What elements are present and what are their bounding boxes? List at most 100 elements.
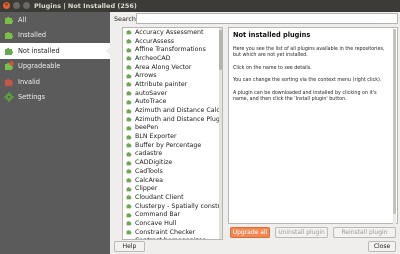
plugin-list-item[interactable]: Buffer by Percentage [123, 141, 222, 150]
plugin-icon [126, 168, 132, 174]
plugin-icon [126, 99, 132, 105]
reinstall-plugin-button[interactable]: Reinstall plugin [333, 227, 396, 238]
invalid-icon [3, 76, 14, 87]
scrollbar-thumb[interactable] [219, 30, 222, 70]
plugin-name: autoSaver [135, 89, 168, 97]
plugin-icon [126, 160, 132, 166]
plugin-icon [126, 116, 132, 122]
plugin-name: Buffer by Percentage [135, 141, 202, 149]
details-scrollbar[interactable] [393, 29, 396, 224]
sidebar-item-label: All [18, 15, 27, 24]
minimize-window-icon[interactable] [13, 2, 20, 9]
plugin-name: BLN Exporter [135, 133, 177, 141]
maximize-window-icon[interactable] [23, 2, 30, 9]
plugin-list-item[interactable]: BLN Exporter [123, 132, 222, 141]
plugin-name: beePen [135, 124, 159, 132]
plugin-list-item[interactable]: Command Bar [123, 210, 222, 219]
plugin-list-item[interactable]: beePen [123, 124, 222, 133]
plugin-icon [126, 142, 132, 148]
plugin-icon [126, 38, 132, 44]
plugin-list-item[interactable]: Area Along Vector [123, 63, 222, 72]
plugin-list-item[interactable]: autoSaver [123, 89, 222, 98]
plugin-list-item[interactable]: Clipper [123, 184, 222, 193]
plugin-icon [126, 186, 132, 192]
plugin-name: Azimuth and Distance Calculat [135, 107, 223, 115]
close-window-icon[interactable]: ✕ [3, 2, 10, 9]
sidebar-item-installed[interactable]: Installed [0, 28, 110, 44]
plugin-icon [126, 220, 132, 226]
plugin-icon [126, 81, 132, 87]
plugin-icon [126, 229, 132, 235]
plugin-list-item[interactable]: Contrast homogenizer [123, 237, 222, 239]
plugin-list-item[interactable]: ArcheoCAD [123, 54, 222, 63]
title-bar: ✕ Plugins | Not Installed (256) [0, 0, 400, 12]
plugin-list-item[interactable]: Cloudant Client [123, 193, 222, 202]
plugin-list-item[interactable]: Arrows [123, 71, 222, 80]
uninstall-plugin-button[interactable]: Uninstall plugin [275, 227, 328, 238]
plugin-name: Attribute painter [135, 80, 188, 88]
plugin-name: Accuracy Assessment [135, 28, 204, 36]
plugin-name: Area Along Vector [135, 63, 192, 71]
plugin-list-item[interactable]: Azimuth and Distance Calculat [123, 106, 222, 115]
plugin-name: Cloudant Client [135, 193, 184, 201]
window-controls: ✕ [3, 2, 30, 9]
plugin-icon [126, 55, 132, 61]
plugin-icon [126, 134, 132, 140]
details-heading: Not installed plugins [233, 31, 311, 39]
plugin-name: CalcArea [135, 176, 163, 184]
puzzle-icon [3, 14, 14, 25]
sidebar-item-invalid[interactable]: Invalid [0, 74, 110, 90]
plugin-list-item[interactable]: CalcArea [123, 176, 222, 185]
plugin-name: cadastre [135, 150, 163, 158]
plugin-name: CADDigitize [135, 159, 173, 167]
plugin-name: AccurAssess [135, 37, 175, 45]
plugin-name: Constraint Checker [135, 228, 196, 236]
plugin-name: CadTools [135, 167, 163, 175]
plugin-list-item[interactable]: Affine Transformations [123, 45, 222, 54]
plugin-icon [126, 238, 132, 239]
sidebar: All Installed Not installed Upgradeable … [0, 12, 110, 254]
help-button[interactable]: Help [114, 241, 145, 252]
upgrade-all-button[interactable]: Upgrade all [230, 227, 270, 238]
plugin-list-item[interactable]: CadTools [123, 167, 222, 176]
plugin-list-item[interactable]: Concave Hull [123, 219, 222, 228]
plugin-name: Clusterpy - Spatially constraine [135, 202, 222, 210]
sidebar-item-label: Upgradeable [18, 62, 61, 71]
settings-icon [3, 92, 14, 103]
sidebar-item-label: Invalid [18, 77, 40, 86]
plugin-list-item[interactable]: Attribute painter [123, 80, 222, 89]
plugin-list-item[interactable]: CADDigitize [123, 158, 222, 167]
plugin-list[interactable]: Accuracy Assessment AccurAssess Affine Tra… [122, 27, 223, 240]
sidebar-item-upgradeable[interactable]: Upgradeable [0, 59, 110, 75]
plugin-icon [126, 64, 132, 70]
sidebar-item-not-installed[interactable]: Not installed [0, 43, 110, 59]
plugins-window: ✕ Plugins | Not Installed (256) All Inst… [0, 0, 400, 254]
close-button[interactable]: Close [368, 241, 396, 252]
plugin-name: Concave Hull [135, 219, 177, 227]
window-title: Plugins | Not Installed (256) [34, 2, 137, 10]
plugin-name: Arrows [135, 72, 157, 80]
plugin-list-item[interactable]: Azimuth and Distance Plugin [123, 115, 222, 124]
sidebar-item-all[interactable]: All [0, 12, 110, 28]
plugin-icon [126, 151, 132, 157]
plugin-icon [126, 125, 132, 131]
plugin-icon [126, 108, 132, 114]
plugin-name: Command Bar [135, 211, 181, 219]
plugin-icon [126, 212, 132, 218]
search-input[interactable] [136, 13, 398, 24]
plugin-list-item[interactable]: Clusterpy - Spatially constraine [123, 202, 222, 211]
plugin-list-item[interactable]: AutoTrace [123, 98, 222, 107]
sidebar-item-settings[interactable]: Settings [0, 90, 110, 106]
plugin-name: Affine Transformations [135, 46, 206, 54]
plugin-list-item[interactable]: cadastre [123, 150, 222, 159]
plugin-list-items: Accuracy Assessment AccurAssess Affine Tra… [123, 28, 222, 239]
details-paragraph: A plugin can be downloaded and installed… [233, 90, 377, 103]
plugin-list-item[interactable]: Accuracy Assessment [123, 28, 222, 37]
plugin-list-item[interactable]: Constraint Checker [123, 228, 222, 237]
plugin-list-item[interactable]: AccurAssess [123, 37, 222, 46]
scrollbar-thumb[interactable] [393, 29, 396, 214]
plugin-name: Clipper [135, 185, 158, 193]
plugin-list-scrollbar[interactable] [219, 28, 222, 239]
search-label: Search [114, 15, 136, 23]
plugin-icon [126, 203, 132, 209]
